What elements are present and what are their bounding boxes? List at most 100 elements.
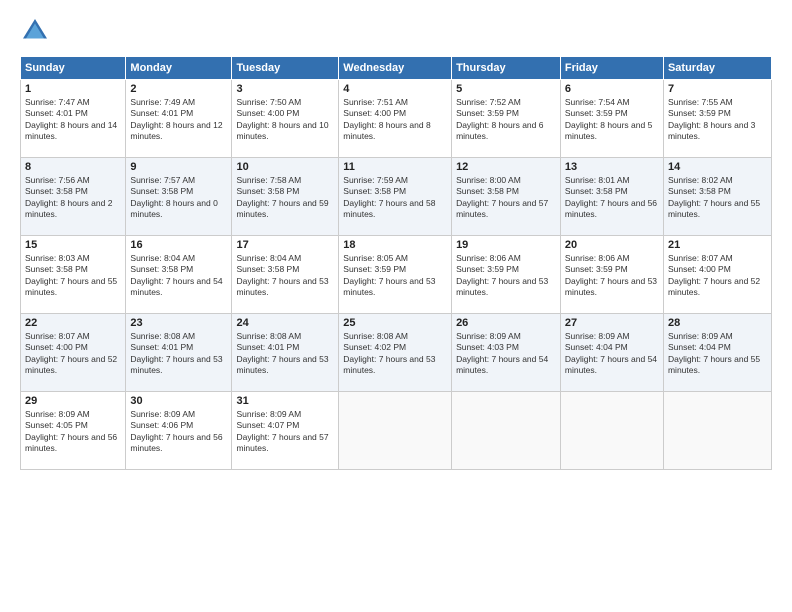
day-number: 10 xyxy=(236,161,334,173)
calendar-cell: 14 Sunrise: 8:02 AMSunset: 3:58 PMDaylig… xyxy=(663,158,771,236)
calendar-cell: 18 Sunrise: 8:05 AMSunset: 3:59 PMDaylig… xyxy=(339,236,452,314)
day-number: 25 xyxy=(343,317,447,329)
day-info: Sunrise: 7:56 AMSunset: 3:58 PMDaylight:… xyxy=(25,175,112,219)
page-header xyxy=(20,16,772,46)
day-info: Sunrise: 7:52 AMSunset: 3:59 PMDaylight:… xyxy=(456,97,543,141)
day-info: Sunrise: 8:09 AMSunset: 4:04 PMDaylight:… xyxy=(668,331,760,375)
calendar-cell: 2 Sunrise: 7:49 AMSunset: 4:01 PMDayligh… xyxy=(126,80,232,158)
calendar-cell: 31 Sunrise: 8:09 AMSunset: 4:07 PMDaylig… xyxy=(232,392,339,470)
calendar-cell: 22 Sunrise: 8:07 AMSunset: 4:00 PMDaylig… xyxy=(21,314,126,392)
day-info: Sunrise: 7:47 AMSunset: 4:01 PMDaylight:… xyxy=(25,97,117,141)
day-info: Sunrise: 8:00 AMSunset: 3:58 PMDaylight:… xyxy=(456,175,548,219)
day-number: 1 xyxy=(25,83,121,95)
day-number: 28 xyxy=(668,317,767,329)
day-number: 17 xyxy=(236,239,334,251)
day-number: 16 xyxy=(130,239,227,251)
calendar-cell: 17 Sunrise: 8:04 AMSunset: 3:58 PMDaylig… xyxy=(232,236,339,314)
day-info: Sunrise: 8:03 AMSunset: 3:58 PMDaylight:… xyxy=(25,253,117,297)
col-header-monday: Monday xyxy=(126,57,232,80)
calendar-cell: 9 Sunrise: 7:57 AMSunset: 3:58 PMDayligh… xyxy=(126,158,232,236)
calendar-cell: 21 Sunrise: 8:07 AMSunset: 4:00 PMDaylig… xyxy=(663,236,771,314)
calendar-cell: 28 Sunrise: 8:09 AMSunset: 4:04 PMDaylig… xyxy=(663,314,771,392)
day-info: Sunrise: 8:04 AMSunset: 3:58 PMDaylight:… xyxy=(236,253,328,297)
day-info: Sunrise: 8:05 AMSunset: 3:59 PMDaylight:… xyxy=(343,253,435,297)
day-info: Sunrise: 7:58 AMSunset: 3:58 PMDaylight:… xyxy=(236,175,328,219)
day-info: Sunrise: 8:07 AMSunset: 4:00 PMDaylight:… xyxy=(668,253,760,297)
day-info: Sunrise: 7:50 AMSunset: 4:00 PMDaylight:… xyxy=(236,97,328,141)
calendar-cell: 10 Sunrise: 7:58 AMSunset: 3:58 PMDaylig… xyxy=(232,158,339,236)
calendar-cell: 4 Sunrise: 7:51 AMSunset: 4:00 PMDayligh… xyxy=(339,80,452,158)
day-number: 11 xyxy=(343,161,447,173)
day-number: 27 xyxy=(565,317,659,329)
day-number: 29 xyxy=(25,395,121,407)
day-number: 26 xyxy=(456,317,556,329)
calendar-cell: 8 Sunrise: 7:56 AMSunset: 3:58 PMDayligh… xyxy=(21,158,126,236)
day-number: 15 xyxy=(25,239,121,251)
calendar-cell: 15 Sunrise: 8:03 AMSunset: 3:58 PMDaylig… xyxy=(21,236,126,314)
day-info: Sunrise: 8:08 AMSunset: 4:02 PMDaylight:… xyxy=(343,331,435,375)
day-number: 22 xyxy=(25,317,121,329)
col-header-friday: Friday xyxy=(560,57,663,80)
day-info: Sunrise: 7:57 AMSunset: 3:58 PMDaylight:… xyxy=(130,175,217,219)
day-number: 31 xyxy=(236,395,334,407)
calendar-cell: 29 Sunrise: 8:09 AMSunset: 4:05 PMDaylig… xyxy=(21,392,126,470)
col-header-sunday: Sunday xyxy=(21,57,126,80)
day-number: 23 xyxy=(130,317,227,329)
calendar-table: SundayMondayTuesdayWednesdayThursdayFrid… xyxy=(20,56,772,470)
logo xyxy=(20,16,54,46)
day-info: Sunrise: 8:08 AMSunset: 4:01 PMDaylight:… xyxy=(236,331,328,375)
day-info: Sunrise: 8:04 AMSunset: 3:58 PMDaylight:… xyxy=(130,253,222,297)
calendar-cell: 12 Sunrise: 8:00 AMSunset: 3:58 PMDaylig… xyxy=(452,158,561,236)
col-header-tuesday: Tuesday xyxy=(232,57,339,80)
day-info: Sunrise: 8:01 AMSunset: 3:58 PMDaylight:… xyxy=(565,175,657,219)
day-number: 3 xyxy=(236,83,334,95)
day-info: Sunrise: 8:06 AMSunset: 3:59 PMDaylight:… xyxy=(565,253,657,297)
day-info: Sunrise: 8:09 AMSunset: 4:05 PMDaylight:… xyxy=(25,409,117,453)
calendar-cell xyxy=(452,392,561,470)
calendar-cell: 13 Sunrise: 8:01 AMSunset: 3:58 PMDaylig… xyxy=(560,158,663,236)
day-info: Sunrise: 8:09 AMSunset: 4:06 PMDaylight:… xyxy=(130,409,222,453)
day-info: Sunrise: 7:51 AMSunset: 4:00 PMDaylight:… xyxy=(343,97,430,141)
calendar-cell: 7 Sunrise: 7:55 AMSunset: 3:59 PMDayligh… xyxy=(663,80,771,158)
day-number: 24 xyxy=(236,317,334,329)
day-number: 19 xyxy=(456,239,556,251)
day-number: 12 xyxy=(456,161,556,173)
day-number: 18 xyxy=(343,239,447,251)
calendar-cell: 16 Sunrise: 8:04 AMSunset: 3:58 PMDaylig… xyxy=(126,236,232,314)
calendar-cell: 3 Sunrise: 7:50 AMSunset: 4:00 PMDayligh… xyxy=(232,80,339,158)
calendar-cell: 6 Sunrise: 7:54 AMSunset: 3:59 PMDayligh… xyxy=(560,80,663,158)
logo-icon xyxy=(20,16,50,46)
col-header-wednesday: Wednesday xyxy=(339,57,452,80)
calendar-cell: 27 Sunrise: 8:09 AMSunset: 4:04 PMDaylig… xyxy=(560,314,663,392)
calendar-cell: 19 Sunrise: 8:06 AMSunset: 3:59 PMDaylig… xyxy=(452,236,561,314)
day-number: 13 xyxy=(565,161,659,173)
day-number: 2 xyxy=(130,83,227,95)
calendar-cell: 25 Sunrise: 8:08 AMSunset: 4:02 PMDaylig… xyxy=(339,314,452,392)
day-info: Sunrise: 7:49 AMSunset: 4:01 PMDaylight:… xyxy=(130,97,222,141)
calendar-cell: 1 Sunrise: 7:47 AMSunset: 4:01 PMDayligh… xyxy=(21,80,126,158)
calendar-cell: 20 Sunrise: 8:06 AMSunset: 3:59 PMDaylig… xyxy=(560,236,663,314)
day-number: 21 xyxy=(668,239,767,251)
day-info: Sunrise: 8:09 AMSunset: 4:07 PMDaylight:… xyxy=(236,409,328,453)
day-info: Sunrise: 8:07 AMSunset: 4:00 PMDaylight:… xyxy=(25,331,117,375)
calendar-cell: 24 Sunrise: 8:08 AMSunset: 4:01 PMDaylig… xyxy=(232,314,339,392)
day-info: Sunrise: 8:06 AMSunset: 3:59 PMDaylight:… xyxy=(456,253,548,297)
day-info: Sunrise: 7:55 AMSunset: 3:59 PMDaylight:… xyxy=(668,97,755,141)
day-number: 14 xyxy=(668,161,767,173)
calendar-cell xyxy=(560,392,663,470)
calendar-cell: 11 Sunrise: 7:59 AMSunset: 3:58 PMDaylig… xyxy=(339,158,452,236)
col-header-saturday: Saturday xyxy=(663,57,771,80)
day-number: 20 xyxy=(565,239,659,251)
day-number: 4 xyxy=(343,83,447,95)
day-info: Sunrise: 7:54 AMSunset: 3:59 PMDaylight:… xyxy=(565,97,652,141)
day-number: 8 xyxy=(25,161,121,173)
day-info: Sunrise: 8:02 AMSunset: 3:58 PMDaylight:… xyxy=(668,175,760,219)
day-number: 7 xyxy=(668,83,767,95)
calendar-cell xyxy=(663,392,771,470)
day-number: 5 xyxy=(456,83,556,95)
day-number: 9 xyxy=(130,161,227,173)
calendar-cell: 5 Sunrise: 7:52 AMSunset: 3:59 PMDayligh… xyxy=(452,80,561,158)
day-info: Sunrise: 8:08 AMSunset: 4:01 PMDaylight:… xyxy=(130,331,222,375)
day-info: Sunrise: 8:09 AMSunset: 4:03 PMDaylight:… xyxy=(456,331,548,375)
calendar-cell: 26 Sunrise: 8:09 AMSunset: 4:03 PMDaylig… xyxy=(452,314,561,392)
